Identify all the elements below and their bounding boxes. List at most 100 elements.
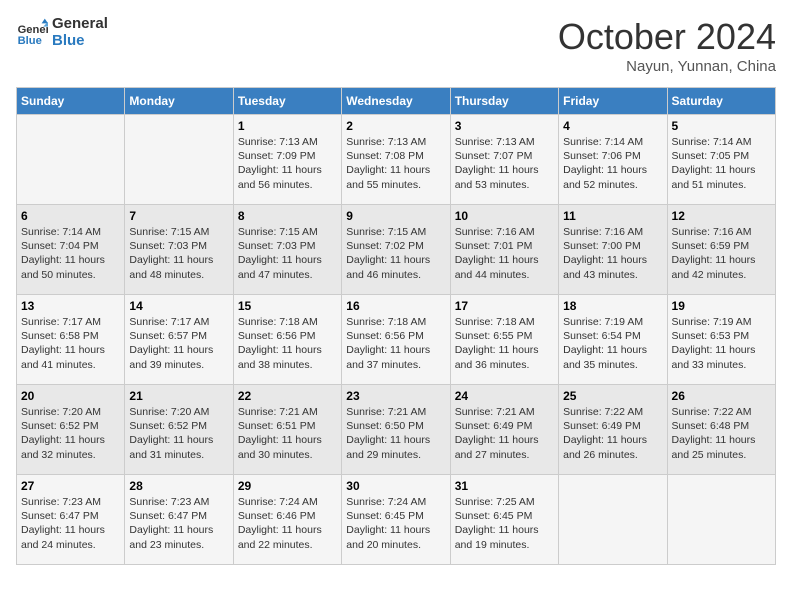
day-number: 16 [346,299,445,313]
calendar-cell: 8 Sunrise: 7:15 AMSunset: 7:03 PMDaylight… [233,205,341,295]
title-block: October 2024 Nayun, Yunnan, China [558,16,776,75]
calendar-cell [559,475,667,565]
weekday-header-wednesday: Wednesday [342,88,450,115]
calendar-cell: 1 Sunrise: 7:13 AMSunset: 7:09 PMDaylight… [233,115,341,205]
calendar-cell: 19Sunrise: 7:19 AMSunset: 6:53 PMDayligh… [667,295,775,385]
calendar-cell [667,475,775,565]
day-number: 29 [238,479,337,493]
calendar-cell: 4 Sunrise: 7:14 AMSunset: 7:06 PMDaylight… [559,115,667,205]
day-info: Sunrise: 7:13 AMSunset: 7:09 PMDaylight:… [238,135,337,192]
day-number: 9 [346,209,445,223]
day-number: 8 [238,209,337,223]
day-number: 22 [238,389,337,403]
day-number: 17 [455,299,554,313]
day-number: 3 [455,119,554,133]
day-info: Sunrise: 7:16 AMSunset: 6:59 PMDaylight:… [672,225,771,282]
location: Nayun, Yunnan, China [558,58,776,75]
day-number: 26 [672,389,771,403]
day-number: 18 [563,299,662,313]
day-info: Sunrise: 7:16 AMSunset: 7:00 PMDaylight:… [563,225,662,282]
day-info: Sunrise: 7:15 AMSunset: 7:03 PMDaylight:… [238,225,337,282]
calendar-cell: 3 Sunrise: 7:13 AMSunset: 7:07 PMDaylight… [450,115,558,205]
logo-text-general: General [52,16,108,33]
day-number: 1 [238,119,337,133]
day-number: 15 [238,299,337,313]
calendar-cell: 24 Sunrise: 7:21 AMSunset: 6:49 PMDayligh… [450,385,558,475]
month-title: October 2024 [558,16,776,58]
day-info: Sunrise: 7:14 AMSunset: 7:06 PMDaylight:… [563,135,662,192]
day-info: Sunrise: 7:14 AMSunset: 7:05 PMDaylight:… [672,135,771,192]
day-info: Sunrise: 7:20 AMSunset: 6:52 PMDaylight:… [129,405,228,462]
calendar-cell: 18Sunrise: 7:19 AMSunset: 6:54 PMDayligh… [559,295,667,385]
weekday-header-monday: Monday [125,88,233,115]
day-info: Sunrise: 7:22 AMSunset: 6:49 PMDaylight:… [563,405,662,462]
day-info: Sunrise: 7:15 AMSunset: 7:02 PMDaylight:… [346,225,445,282]
day-number: 4 [563,119,662,133]
day-number: 31 [455,479,554,493]
day-info: Sunrise: 7:25 AMSunset: 6:45 PMDaylight:… [455,495,554,552]
day-number: 2 [346,119,445,133]
day-info: Sunrise: 7:24 AMSunset: 6:46 PMDaylight:… [238,495,337,552]
day-info: Sunrise: 7:22 AMSunset: 6:48 PMDaylight:… [672,405,771,462]
calendar-cell: 22 Sunrise: 7:21 AMSunset: 6:51 PMDayligh… [233,385,341,475]
calendar-cell: 17 Sunrise: 7:18 AMSunset: 6:55 PMDayligh… [450,295,558,385]
day-info: Sunrise: 7:17 AMSunset: 6:57 PMDaylight:… [129,315,228,372]
week-row-5: 27Sunrise: 7:23 AMSunset: 6:47 PMDayligh… [17,475,776,565]
week-row-3: 13 Sunrise: 7:17 AMSunset: 6:58 PMDayligh… [17,295,776,385]
calendar-cell: 16 Sunrise: 7:18 AMSunset: 6:56 PMDayligh… [342,295,450,385]
calendar-cell: 12 Sunrise: 7:16 AMSunset: 6:59 PMDayligh… [667,205,775,295]
svg-text:Blue: Blue [18,35,42,47]
day-info: Sunrise: 7:23 AMSunset: 6:47 PMDaylight:… [129,495,228,552]
weekday-header-friday: Friday [559,88,667,115]
calendar-cell: 5Sunrise: 7:14 AMSunset: 7:05 PMDaylight… [667,115,775,205]
day-info: Sunrise: 7:13 AMSunset: 7:08 PMDaylight:… [346,135,445,192]
calendar-cell [17,115,125,205]
day-info: Sunrise: 7:20 AMSunset: 6:52 PMDaylight:… [21,405,120,462]
calendar-cell [125,115,233,205]
calendar-cell: 15Sunrise: 7:18 AMSunset: 6:56 PMDayligh… [233,295,341,385]
calendar-cell: 26 Sunrise: 7:22 AMSunset: 6:48 PMDayligh… [667,385,775,475]
day-number: 7 [129,209,228,223]
day-info: Sunrise: 7:17 AMSunset: 6:58 PMDaylight:… [21,315,120,372]
day-info: Sunrise: 7:14 AMSunset: 7:04 PMDaylight:… [21,225,120,282]
day-info: Sunrise: 7:23 AMSunset: 6:47 PMDaylight:… [21,495,120,552]
calendar-cell: 29 Sunrise: 7:24 AMSunset: 6:46 PMDayligh… [233,475,341,565]
day-info: Sunrise: 7:21 AMSunset: 6:49 PMDaylight:… [455,405,554,462]
calendar-cell: 10Sunrise: 7:16 AMSunset: 7:01 PMDayligh… [450,205,558,295]
week-row-4: 20Sunrise: 7:20 AMSunset: 6:52 PMDayligh… [17,385,776,475]
weekday-header-thursday: Thursday [450,88,558,115]
svg-text:General: General [18,24,48,36]
calendar-cell: 14 Sunrise: 7:17 AMSunset: 6:57 PMDayligh… [125,295,233,385]
calendar-cell: 11Sunrise: 7:16 AMSunset: 7:00 PMDayligh… [559,205,667,295]
week-row-1: 1 Sunrise: 7:13 AMSunset: 7:09 PMDaylight… [17,115,776,205]
calendar-cell: 20Sunrise: 7:20 AMSunset: 6:52 PMDayligh… [17,385,125,475]
calendar-cell: 7Sunrise: 7:15 AMSunset: 7:03 PMDaylight… [125,205,233,295]
calendar-table: SundayMondayTuesdayWednesdayThursdayFrid… [16,87,776,565]
day-number: 24 [455,389,554,403]
weekday-header-tuesday: Tuesday [233,88,341,115]
calendar-cell: 30Sunrise: 7:24 AMSunset: 6:45 PMDayligh… [342,475,450,565]
day-number: 21 [129,389,228,403]
day-number: 14 [129,299,228,313]
calendar-cell: 23Sunrise: 7:21 AMSunset: 6:50 PMDayligh… [342,385,450,475]
day-number: 30 [346,479,445,493]
calendar-cell: 28Sunrise: 7:23 AMSunset: 6:47 PMDayligh… [125,475,233,565]
calendar-cell: 27Sunrise: 7:23 AMSunset: 6:47 PMDayligh… [17,475,125,565]
logo-icon: General Blue [16,17,48,49]
day-info: Sunrise: 7:16 AMSunset: 7:01 PMDaylight:… [455,225,554,282]
calendar-cell: 6 Sunrise: 7:14 AMSunset: 7:04 PMDaylight… [17,205,125,295]
day-number: 12 [672,209,771,223]
weekday-header-saturday: Saturday [667,88,775,115]
week-row-2: 6 Sunrise: 7:14 AMSunset: 7:04 PMDaylight… [17,205,776,295]
day-info: Sunrise: 7:18 AMSunset: 6:56 PMDaylight:… [346,315,445,372]
day-info: Sunrise: 7:19 AMSunset: 6:53 PMDaylight:… [672,315,771,372]
day-number: 25 [563,389,662,403]
day-info: Sunrise: 7:18 AMSunset: 6:55 PMDaylight:… [455,315,554,372]
logo: General Blue General Blue [16,16,108,49]
day-info: Sunrise: 7:21 AMSunset: 6:51 PMDaylight:… [238,405,337,462]
day-number: 6 [21,209,120,223]
day-info: Sunrise: 7:13 AMSunset: 7:07 PMDaylight:… [455,135,554,192]
logo-text-blue: Blue [52,33,108,50]
day-number: 23 [346,389,445,403]
day-number: 13 [21,299,120,313]
